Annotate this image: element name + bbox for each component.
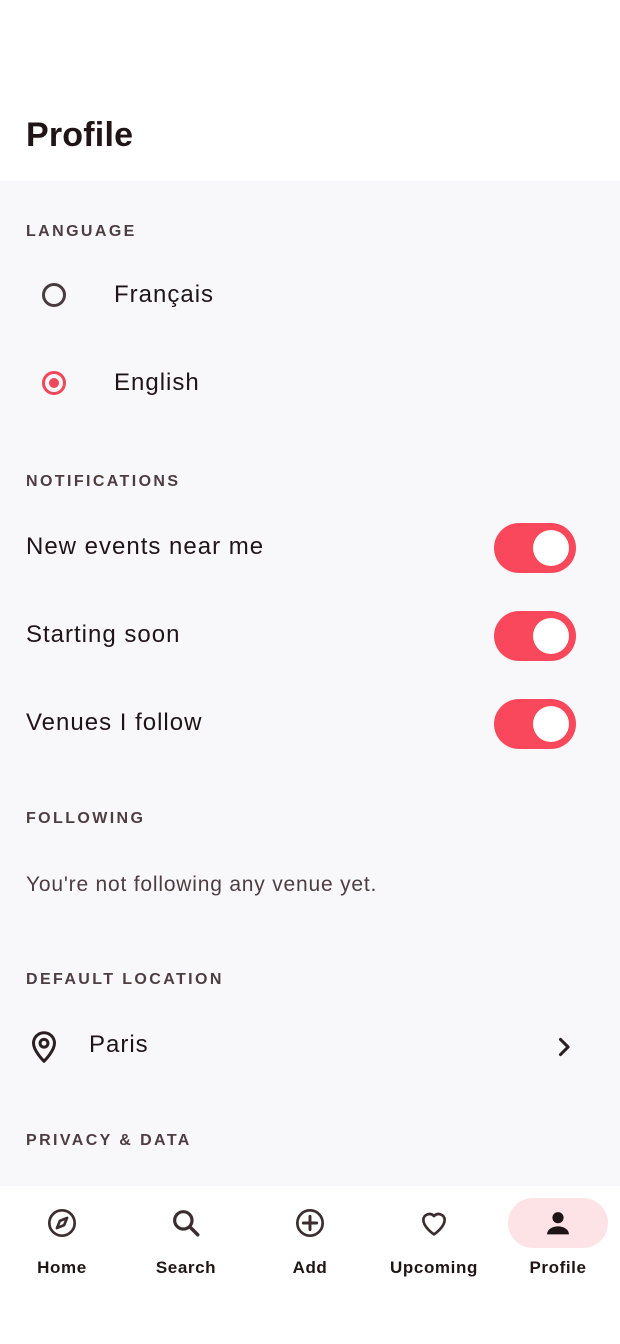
bottom-navigation: Home Search Add Upcoming Profile	[0, 1186, 620, 1344]
following-empty-text: You're not following any venue yet.	[26, 873, 378, 896]
toggle-knob	[533, 706, 569, 742]
toggle-knob	[533, 618, 569, 654]
settings-content[interactable]: LANGUAGE Français English NOTIFICATIONS …	[0, 181, 620, 1186]
nav-item-upcoming[interactable]: Upcoming	[372, 1186, 496, 1306]
nav-item-home[interactable]: Home	[0, 1186, 124, 1306]
language-option-label: Français	[114, 281, 215, 308]
notification-label: New events near me	[26, 533, 265, 560]
default-location-value: Paris	[89, 1031, 149, 1058]
notification-label: Starting soon	[26, 621, 181, 648]
chevron-right-icon	[558, 1037, 570, 1057]
nav-label: Add	[292, 1258, 328, 1277]
language-option-francais[interactable]: Français	[0, 255, 620, 343]
nav-label: Search	[155, 1258, 217, 1277]
search-icon	[173, 1210, 200, 1237]
section-title-following: FOLLOWING	[26, 810, 146, 827]
compass-icon	[48, 1209, 76, 1237]
notification-row-new-events[interactable]: New events near me	[0, 503, 620, 591]
app-header: Profile	[0, 0, 620, 181]
nav-item-add[interactable]: Add	[248, 1186, 372, 1306]
language-option-english[interactable]: English	[0, 343, 620, 431]
nav-item-profile[interactable]: Profile	[496, 1186, 620, 1306]
section-title-notifications: NOTIFICATIONS	[26, 473, 181, 490]
nav-item-search[interactable]: Search	[124, 1186, 248, 1306]
toggle-knob	[533, 530, 569, 566]
toggle-starting-soon[interactable]	[494, 611, 576, 661]
add-circle-icon	[296, 1209, 324, 1237]
section-title-privacy-data: PRIVACY & DATA	[26, 1132, 192, 1149]
nav-label: Home	[37, 1258, 87, 1277]
default-location-row[interactable]: Paris	[0, 1001, 620, 1091]
heart-icon	[422, 1212, 446, 1236]
location-pin-icon	[32, 1031, 56, 1063]
radio-francais[interactable]	[42, 283, 66, 307]
notification-row-starting-soon[interactable]: Starting soon	[0, 591, 620, 679]
section-title-default-location: DEFAULT LOCATION	[26, 971, 224, 988]
radio-english[interactable]	[42, 371, 66, 395]
notification-label: Venues I follow	[26, 709, 203, 736]
page-title: Profile	[26, 116, 134, 154]
nav-label: Profile	[529, 1258, 587, 1277]
language-option-label: English	[114, 369, 200, 396]
section-title-language: LANGUAGE	[26, 223, 137, 240]
toggle-venues-i-follow[interactable]	[494, 699, 576, 749]
notification-row-venues-i-follow[interactable]: Venues I follow	[0, 679, 620, 767]
person-icon	[547, 1212, 569, 1235]
toggle-new-events[interactable]	[494, 523, 576, 573]
nav-label: Upcoming	[390, 1258, 478, 1277]
